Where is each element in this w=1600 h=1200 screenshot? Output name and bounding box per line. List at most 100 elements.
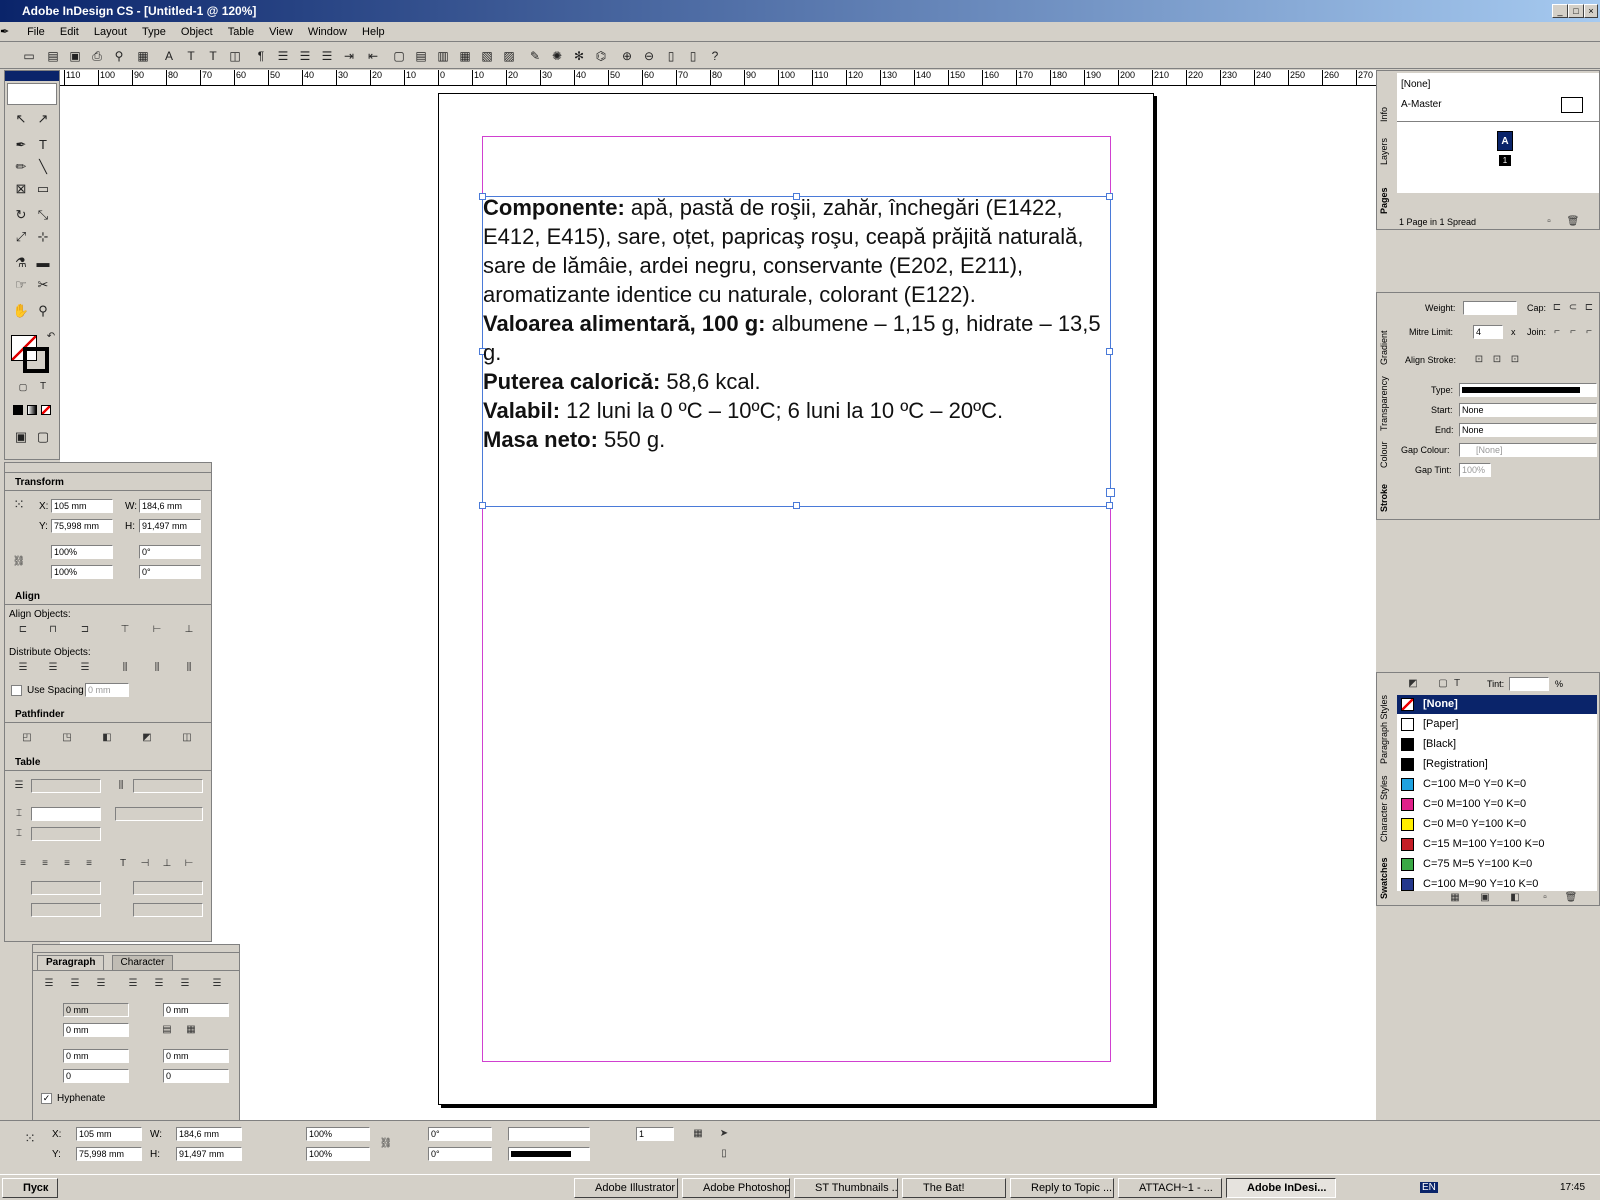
table-panel-title[interactable]: Table	[5, 755, 211, 771]
drop-cap-lines-field[interactable]: 0	[63, 1069, 129, 1083]
scale-tool-icon[interactable]: ⤡	[33, 205, 53, 225]
swatch-magenta[interactable]: C=0 M=100 Y=0 K=0	[1397, 795, 1597, 814]
distribute-hcenter-icon[interactable]: ⫼	[149, 661, 165, 675]
align-left-icon[interactable]: ⊏	[15, 623, 31, 637]
frame-out-port[interactable]	[1106, 488, 1115, 497]
tab-stroke[interactable]: Stroke	[1379, 479, 1393, 517]
list-icon[interactable]: ☰	[318, 47, 336, 65]
spacing-field[interactable]: 0 mm	[85, 683, 129, 697]
justify-all-icon[interactable]: ☰	[209, 977, 225, 991]
grid-align-icon[interactable]: ▤	[159, 1023, 175, 1037]
distribute-left-icon[interactable]: ⫼	[117, 661, 133, 675]
swatch-red[interactable]: C=15 M=100 Y=100 K=0	[1397, 835, 1597, 854]
zoom-in-icon[interactable]: ⊕	[618, 47, 636, 65]
scale-y-field[interactable]: 100%	[51, 565, 113, 579]
table-rows-field[interactable]	[31, 779, 101, 793]
align-panel-title[interactable]: Align	[5, 589, 211, 605]
transform-h-field[interactable]: 91,497 mm	[139, 519, 201, 533]
outdent-icon[interactable]: ⇤	[364, 47, 382, 65]
gradient-tool-icon[interactable]: ▬	[33, 253, 53, 273]
transform-x-field[interactable]: 105 mm	[51, 499, 113, 513]
zoom-tool-icon[interactable]: ⚲	[33, 301, 53, 321]
frame-handle-br[interactable]	[1106, 502, 1113, 509]
menu-help[interactable]: Help	[356, 22, 391, 42]
rotate-tool-icon[interactable]: ↻	[11, 205, 31, 225]
rotate-text-90-icon[interactable]: ⊣	[137, 857, 153, 871]
use-spacing-checkbox[interactable]	[11, 685, 22, 696]
selection-tool-icon[interactable]: ↖	[11, 109, 31, 129]
space-after-field[interactable]: 0 mm	[163, 1049, 229, 1063]
tab-colour[interactable]: Colour	[1379, 435, 1393, 475]
maximize-button[interactable]: □	[1568, 4, 1584, 18]
align-bottom-icon[interactable]: ⊥	[181, 623, 197, 637]
column-width-field[interactable]	[31, 827, 101, 841]
control-rotation-field[interactable]: 0°	[428, 1127, 492, 1141]
task-st-thumbnails[interactable]: ST Thumbnails ...	[794, 1178, 898, 1198]
justify-center-icon[interactable]: ☰	[151, 977, 167, 991]
numbered-list-icon[interactable]: ☰	[296, 47, 314, 65]
columns-icon[interactable]: ▥	[434, 47, 452, 65]
swatch-yellow[interactable]: C=0 M=0 Y=100 K=0	[1397, 815, 1597, 834]
pathfinder-subtract-icon[interactable]: ◳	[59, 731, 75, 745]
swatch-none[interactable]: [None]	[1397, 695, 1597, 714]
swatch-cyan[interactable]: C=100 M=0 Y=0 K=0	[1397, 775, 1597, 794]
tab-paragraph[interactable]: Paragraph	[37, 955, 105, 970]
tab-swatches[interactable]: Swatches	[1379, 853, 1393, 903]
bevel-join-icon[interactable]: ⌐	[1581, 325, 1597, 339]
minimize-button[interactable]: _	[1552, 4, 1568, 18]
control-h-field[interactable]: 91,497 mm	[176, 1147, 242, 1161]
miter-join-icon[interactable]: ⌐	[1549, 325, 1565, 339]
control-y-field[interactable]: 75,998 mm	[76, 1147, 142, 1161]
distribute-top-icon[interactable]: ☰	[15, 661, 31, 675]
apply-gradient-icon[interactable]	[27, 405, 37, 415]
right-indent-field[interactable]: 0 mm	[163, 1003, 229, 1017]
frame-handle-bl[interactable]	[479, 502, 486, 509]
shear-tool-icon[interactable]: ⤢	[11, 227, 31, 247]
tab-layers[interactable]: Layers	[1379, 131, 1393, 171]
space-before-field[interactable]: 0 mm	[63, 1049, 129, 1063]
line-tool-icon[interactable]: ╲	[33, 157, 53, 177]
horizontal-ruler[interactable]: 110 100 90 80 70 60 50 40 30 20 10 0 10 20 30 40 50 60 70 8…	[60, 70, 1376, 86]
scissors-tool-icon[interactable]: ✂	[33, 275, 53, 295]
swatch-blue[interactable]: C=100 M=90 Y=10 K=0	[1397, 875, 1597, 891]
control-scale-x-field[interactable]: 100%	[306, 1127, 370, 1141]
pathfinder-minus-back-icon[interactable]: ◫	[179, 731, 195, 745]
control-scale-y-field[interactable]: 100%	[306, 1147, 370, 1161]
direct-selection-tool-icon[interactable]: ↗	[33, 109, 53, 129]
no-grid-icon[interactable]: ▦	[183, 1023, 199, 1037]
cell-inset-left-field[interactable]	[133, 881, 203, 895]
type-tool-icon[interactable]: T	[33, 135, 53, 155]
control-reference-point-icon[interactable]: ⁙	[22, 1131, 38, 1145]
app-icon[interactable]: ✒	[0, 22, 18, 42]
task-indesign[interactable]: Adobe InDesi...	[1226, 1178, 1336, 1198]
swap-fill-stroke-icon[interactable]: ↶	[41, 327, 61, 347]
left-indent-field[interactable]: 0 mm	[63, 1003, 129, 1017]
text-frame-content[interactable]: Componente: apă, pastă de roşii, zahăr, …	[483, 193, 1109, 454]
rotate-text-0-icon[interactable]: T	[115, 857, 131, 871]
show-gradient-swatches-icon[interactable]: ◧	[1507, 891, 1523, 905]
first-line-indent-field[interactable]: 0 mm	[63, 1023, 129, 1037]
rotate-text-270-icon[interactable]: ⊢	[181, 857, 197, 871]
show-all-swatches-icon[interactable]: ▦	[1447, 891, 1463, 905]
frame-icon[interactable]: ◫	[226, 47, 244, 65]
check-spelling-icon[interactable]: ▦	[134, 47, 152, 65]
tab-transparency[interactable]: Transparency	[1379, 375, 1393, 433]
transform-w-field[interactable]: 184,6 mm	[139, 499, 201, 513]
control-stroke-weight-field[interactable]	[508, 1127, 590, 1141]
control-w-field[interactable]: 184,6 mm	[176, 1127, 242, 1141]
mitre-limit-field[interactable]: 4	[1473, 325, 1503, 339]
indent-icon[interactable]: ⇥	[340, 47, 358, 65]
cell-justify-icon[interactable]: ≡	[81, 857, 97, 871]
type-icon[interactable]: A	[160, 47, 178, 65]
round-cap-icon[interactable]: ⊂	[1565, 301, 1581, 315]
menu-view[interactable]: View	[263, 22, 299, 42]
round-join-icon[interactable]: ⌐	[1565, 325, 1581, 339]
cell-inset-bottom-field[interactable]	[31, 903, 101, 917]
control-page-icon[interactable]: ▯	[716, 1147, 732, 1161]
pilcrow-icon[interactable]: ¶	[252, 47, 270, 65]
new-page-icon[interactable]: ▫	[1541, 215, 1557, 229]
stroke-type-select[interactable]	[1459, 383, 1597, 397]
row-height-select[interactable]	[31, 807, 101, 821]
gear-icon[interactable]: ✻	[570, 47, 588, 65]
distribute-right-icon[interactable]: ⫼	[181, 661, 197, 675]
